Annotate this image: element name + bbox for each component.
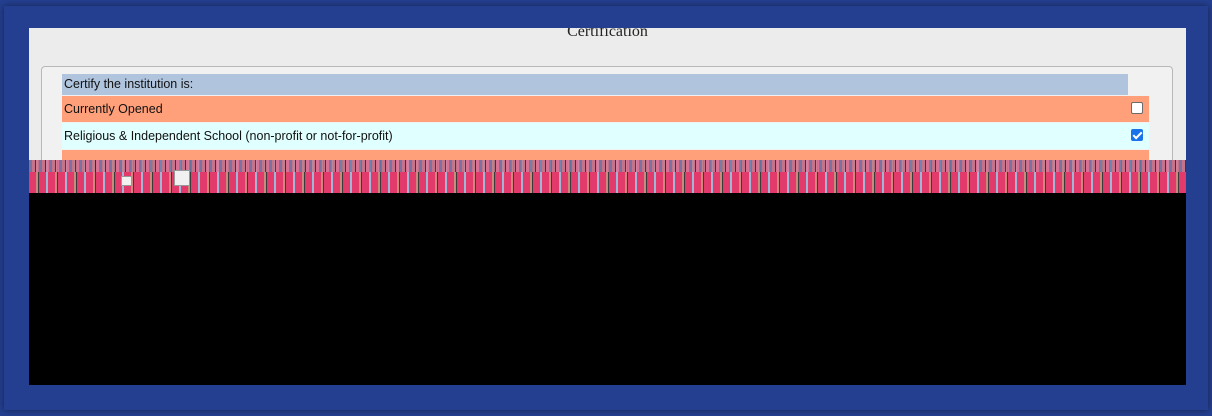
blank-render-area [29, 193, 1186, 385]
option-label: Currently Opened [64, 102, 163, 116]
option-religious-independent[interactable]: Religious & Independent School (non-prof… [62, 123, 1149, 149]
religious-independent-checkbox[interactable] [1131, 129, 1143, 141]
currently-opened-checkbox[interactable] [1131, 102, 1143, 114]
corrupted-render-strip [29, 160, 1186, 172]
corrupted-checkbox [121, 176, 132, 186]
corrupted-block [174, 170, 190, 186]
corrupted-render-band [29, 160, 1186, 193]
option-row-partial [62, 150, 1149, 160]
browser-viewport: Certification Certify the institution is… [29, 28, 1186, 385]
screenshot-frame: Certification Certify the institution is… [0, 0, 1212, 416]
certify-header: Certify the institution is: [62, 74, 1128, 95]
option-currently-opened[interactable]: Currently Opened [62, 96, 1149, 122]
section-title: Certification [567, 28, 648, 40]
option-label: Religious & Independent School (non-prof… [64, 129, 393, 143]
